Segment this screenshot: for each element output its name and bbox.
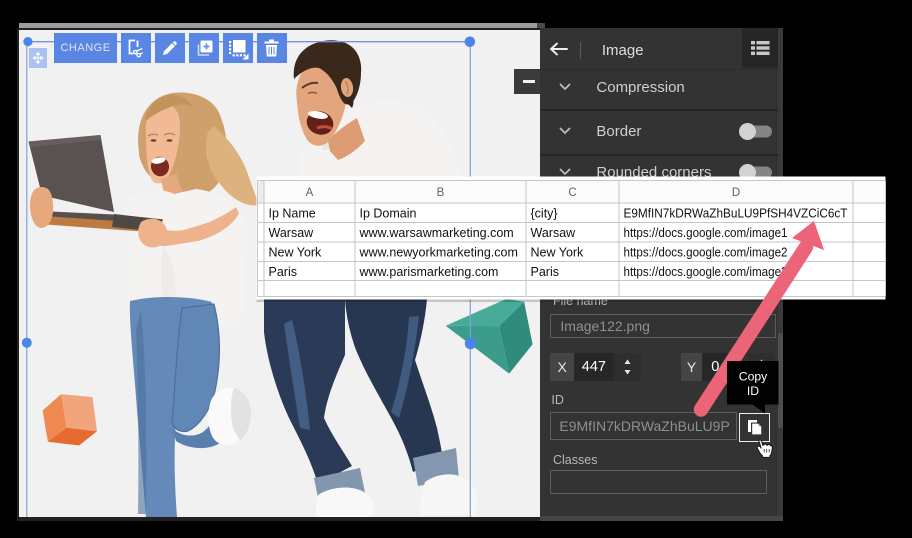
svg-text:Paris: Paris xyxy=(531,265,559,279)
svg-text:New York: New York xyxy=(269,246,323,260)
svg-text:E9MfIN7kDRWaZhBuLU9PfSH4VZCiC6: E9MfIN7kDRWaZhBuLU9PfSH4VZCiC6cT xyxy=(624,207,848,221)
svg-text:www.parismarketing.com: www.parismarketing.com xyxy=(359,265,499,279)
svg-text:www.warsawmarketing.com: www.warsawmarketing.com xyxy=(359,226,514,240)
svg-text:A: A xyxy=(306,187,314,199)
svg-text:ID: ID xyxy=(747,384,759,398)
svg-text:Warsaw: Warsaw xyxy=(531,226,577,240)
svg-text:https://docs.google.com/image1: https://docs.google.com/image1 xyxy=(624,226,788,240)
svg-text:Ip Name: Ip Name xyxy=(269,207,316,221)
svg-text:B: B xyxy=(437,187,445,199)
svg-text:New York: New York xyxy=(531,246,585,260)
svg-text:https://docs.google.com/image2: https://docs.google.com/image2 xyxy=(624,246,788,260)
svg-text:Copy: Copy xyxy=(739,370,768,384)
svg-text:D: D xyxy=(732,187,740,199)
svg-text:Ip Domain: Ip Domain xyxy=(360,207,417,221)
svg-text:Paris: Paris xyxy=(269,265,297,279)
svg-text:Warsaw: Warsaw xyxy=(269,226,315,240)
svg-text:https://docs.google.com/image3: https://docs.google.com/image3 xyxy=(624,265,788,279)
svg-text:{city}: {city} xyxy=(531,207,558,221)
svg-text:C: C xyxy=(568,187,576,199)
svg-text:www.newyorkmarketing.com: www.newyorkmarketing.com xyxy=(359,246,518,260)
